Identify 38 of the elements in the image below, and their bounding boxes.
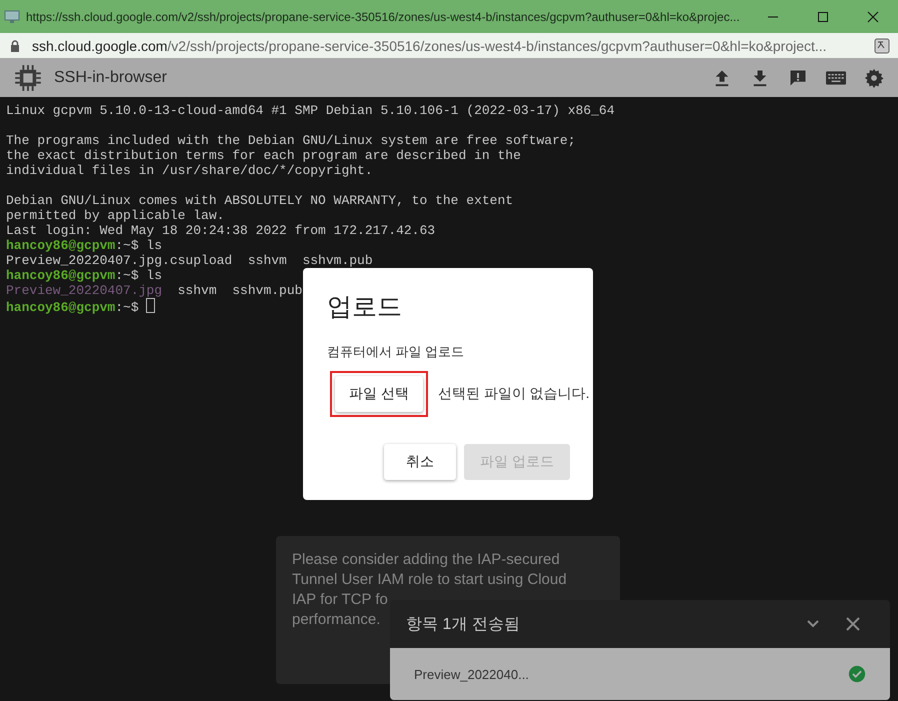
toast-text: Please consider adding the IAP-secured bbox=[292, 550, 560, 570]
prompt-user: hancoy86@gcpvm bbox=[6, 300, 116, 315]
monitor-icon bbox=[4, 8, 20, 24]
dialog-title: 업로드 bbox=[327, 292, 403, 323]
settings-icon[interactable] bbox=[864, 68, 884, 88]
lock-icon bbox=[10, 40, 20, 52]
terminal-text: individual files in /usr/share/doc/*/copyright. bbox=[6, 163, 373, 178]
toast-text: Tunnel User IAM role to start using Cloud bbox=[292, 570, 567, 590]
terminal-text: sshvm sshvm.pub bbox=[176, 283, 302, 298]
terminal-text: Linux gcpvm 5.10.0-13-cloud-amd64 #1 SMP Debian 5.10.106-1 (2022-03-17) x86_64 bbox=[6, 103, 614, 118]
toast-text: performance. bbox=[292, 610, 380, 630]
terminal-text: Preview_20220407.jpg.csupload sshvm sshvm.pub bbox=[6, 253, 373, 268]
terminal-text: :~$ ls bbox=[115, 268, 162, 283]
dialog-subtitle: 컴퓨터에서 파일 업로드 bbox=[327, 343, 466, 361]
prompt-user: hancoy86@gcpvm bbox=[6, 268, 116, 283]
file-name: Preview_20220407.jpg bbox=[6, 283, 162, 298]
terminal-text: :~$ bbox=[115, 300, 140, 315]
translate-icon[interactable] bbox=[874, 38, 890, 54]
chip-icon bbox=[14, 64, 42, 92]
terminal-text: permitted by applicable law. bbox=[6, 208, 224, 223]
terminal-text: Last login: Wed May 18 20:24:38 2022 from 172.217.42.63 bbox=[6, 223, 436, 238]
file-name: Preview_2022040... bbox=[414, 666, 530, 682]
no-file-text: 선택된 파일이 없습니다. bbox=[438, 385, 590, 403]
terminal-text: the exact distribution terms for each program are described in the bbox=[6, 148, 521, 163]
terminal-text: Debian GNU/Linux comes with ABSOLUTELY NO WARRANTY, to the extent bbox=[6, 193, 514, 208]
choose-file-button[interactable]: 파일 선택 bbox=[335, 376, 423, 412]
terminal-text: The programs included with the Debian GNU/Linux system are free software; bbox=[6, 133, 576, 148]
transfer-title: 항목 1개 전송됨 bbox=[406, 614, 521, 634]
terminal-text: :~$ ls bbox=[115, 238, 162, 253]
terminal-cursor bbox=[146, 298, 156, 313]
close-icon[interactable] bbox=[846, 617, 860, 631]
window-title: https://ssh.cloud.google.com/v2/ssh/projects/propane-service-350516/zones/us-west4-b/instances/gcpvm?authuser=0&hl=ko&projec... bbox=[26, 10, 741, 24]
app-title: SSH-in-browser bbox=[54, 68, 167, 86]
toast-text: IAP for TCP fo bbox=[292, 590, 388, 610]
prompt-user: hancoy86@gcpvm bbox=[6, 238, 116, 253]
chevron-down-icon[interactable] bbox=[806, 619, 820, 629]
dialog-button[interactable]: 취소 bbox=[384, 444, 456, 480]
feedback-icon[interactable] bbox=[788, 68, 808, 88]
